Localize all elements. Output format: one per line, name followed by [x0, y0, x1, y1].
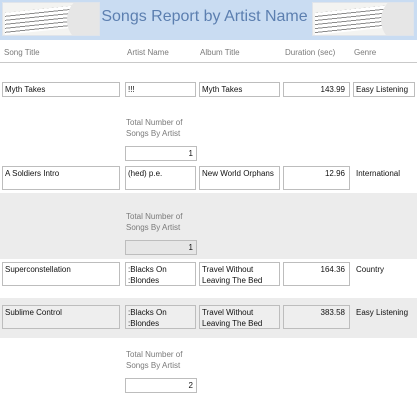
total-songs-value[interactable]: 1: [125, 240, 197, 255]
artist-name-cell[interactable]: (hed) p.e.: [125, 166, 196, 190]
column-header-artist-name: Artist Name: [127, 48, 169, 57]
artist-group: [0, 63, 417, 166]
song-title-cell[interactable]: Sublime Control: [2, 305, 120, 329]
album-title-cell[interactable]: Myth Takes: [199, 82, 280, 97]
artist-name-cell[interactable]: :Blacks On :Blondes: [125, 305, 196, 329]
duration-cell[interactable]: 383.58: [283, 305, 350, 329]
report-title: Songs Report by Artist Name: [101, 8, 308, 25]
total-songs-value[interactable]: 2: [125, 378, 197, 393]
column-header-album-title: Album Title: [200, 48, 240, 57]
genre-cell[interactable]: Easy Listening: [353, 305, 415, 329]
duration-cell[interactable]: 12.96: [283, 166, 350, 190]
sheet-music-image-left: [2, 2, 100, 36]
genre-cell[interactable]: Easy Listening: [353, 82, 415, 97]
total-songs-value[interactable]: 1: [125, 146, 197, 161]
album-title-cell[interactable]: Travel Without Leaving The Bed: [199, 305, 280, 329]
song-title-cell[interactable]: A Soldiers Intro: [2, 166, 120, 190]
song-title-cell[interactable]: Myth Takes: [2, 82, 120, 97]
artist-group-footer: [0, 193, 417, 259]
column-header-duration: Duration (sec): [285, 48, 336, 57]
report-header: Songs Report by Artist Name: [0, 0, 417, 40]
album-title-cell[interactable]: Travel Without Leaving The Bed: [199, 262, 280, 286]
total-songs-label: Total Number of Songs By Artist: [126, 118, 183, 138]
genre-cell[interactable]: Country: [353, 262, 415, 286]
sheet-music-image-right: [312, 2, 414, 36]
total-songs-label: Total Number of Songs By Artist: [126, 212, 183, 232]
genre-cell[interactable]: International: [353, 166, 415, 190]
column-header-genre: Genre: [354, 48, 377, 57]
artist-name-cell[interactable]: :Blacks On :Blondes: [125, 262, 196, 286]
column-header-song-title: Song Title: [4, 48, 40, 57]
total-songs-label: Total Number of Songs By Artist: [126, 350, 183, 370]
artist-name-cell[interactable]: !!!: [125, 82, 196, 97]
song-title-cell[interactable]: Superconstellation: [2, 262, 120, 286]
album-title-cell[interactable]: New World Orphans: [199, 166, 280, 190]
duration-cell[interactable]: 164.36: [283, 262, 350, 286]
duration-cell[interactable]: 143.99: [283, 82, 350, 97]
